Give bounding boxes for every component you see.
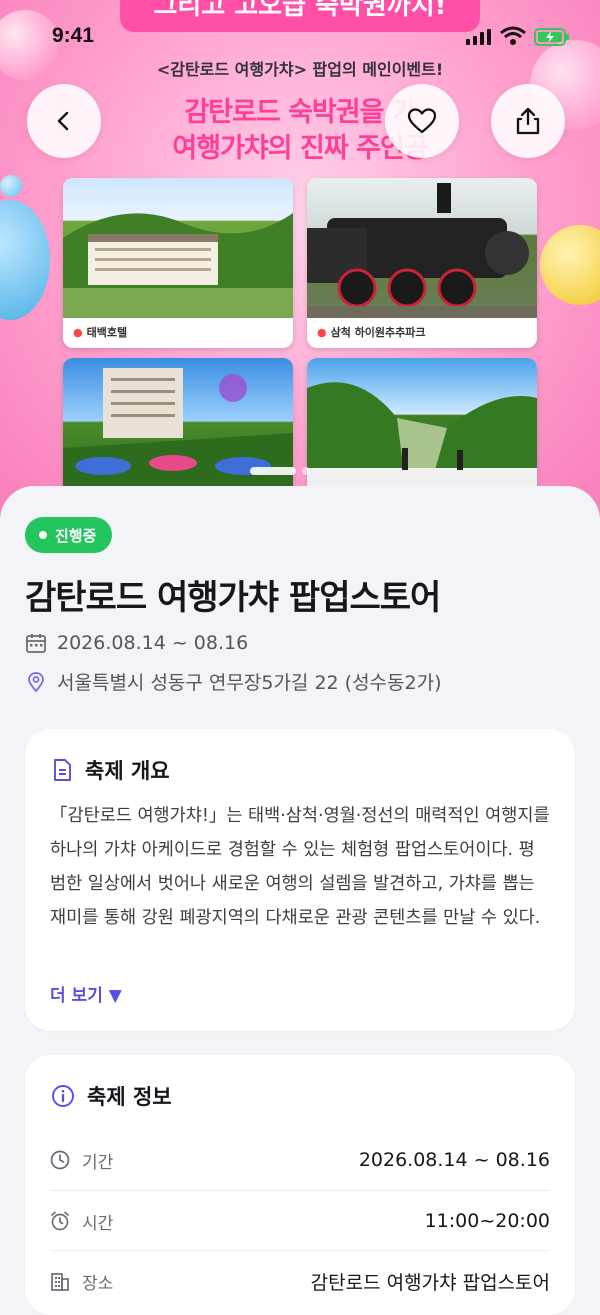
- date-range-row: 2026.08.14 ~ 08.16: [25, 632, 248, 654]
- document-icon: [54, 759, 71, 781]
- info-card: 축제 정보 기간 2026.08.14 ~ 08.16 시간 11:00~20:…: [25, 1055, 575, 1315]
- back-button[interactable]: [27, 84, 101, 158]
- clock-icon: [50, 1150, 70, 1170]
- address-row[interactable]: 서울특별시 성동구 연무장5가길 22 (성수동2가): [25, 668, 442, 695]
- calendar-icon: [26, 634, 46, 653]
- bubble-decoration: [0, 200, 50, 320]
- info-label-venue: 장소: [82, 1273, 114, 1294]
- overview-heading-row: 축제 개요: [51, 755, 170, 785]
- photo-card-resort: [63, 358, 293, 498]
- detail-sheet: 진행중 감탄로드 여행가챠 팝업스토어 2026.08.14 ~ 08.16 서…: [0, 486, 600, 1315]
- info-row-time: 시간 11:00~20:00: [50, 1190, 550, 1251]
- photo-card-train: ● 삼척 하이원추추파크: [307, 178, 537, 348]
- info-heading-row: 축제 정보: [51, 1081, 172, 1111]
- location-pin-icon: [28, 671, 44, 692]
- carousel-indicator-active[interactable]: [250, 467, 296, 475]
- photo-caption: 삼척 하이원추추파크: [330, 326, 426, 339]
- overview-card: 축제 개요 「감탄로드 여행가챠!」는 태백·삼척·영월·정선의 매력적인 여행…: [25, 729, 575, 1031]
- status-time: 9:41: [52, 24, 95, 47]
- cellular-signal-icon: [466, 29, 491, 45]
- address: 서울특별시 성동구 연무장5가길 22 (성수동2가): [57, 672, 442, 694]
- info-value-period: 2026.08.14 ~ 08.16: [358, 1149, 550, 1171]
- info-icon: [52, 1085, 74, 1107]
- bubble-decoration: [540, 225, 600, 305]
- info-label-time: 시간: [82, 1213, 114, 1234]
- info-value-time: 11:00~20:00: [424, 1210, 550, 1232]
- hero-poster-image: 그리고 고오급 숙박권까지! <감탄로드 여행가챠> 팝업의 메인이벤트! 감탄…: [0, 0, 600, 540]
- more-button[interactable]: 더 보기 ▼: [50, 981, 122, 1006]
- overview-heading: 축제 개요: [85, 759, 170, 783]
- status-bar: 9:41: [0, 0, 600, 72]
- wifi-icon: [500, 26, 526, 45]
- info-label-period: 기간: [82, 1152, 114, 1173]
- status-badge: 진행중: [25, 517, 113, 553]
- info-row-period: 기간 2026.08.14 ~ 08.16: [50, 1130, 550, 1190]
- page-title: 감탄로드 여행가챠 팝업스토어: [25, 578, 441, 618]
- info-row-venue: 장소 감탄로드 여행가챠 팝업스토어: [50, 1250, 550, 1311]
- share-button[interactable]: [491, 84, 565, 158]
- info-heading: 축제 정보: [87, 1085, 172, 1109]
- heart-icon: [407, 108, 437, 134]
- bubble-decoration: [0, 175, 22, 197]
- building-icon: [51, 1273, 69, 1291]
- photo-card-valley: [307, 358, 537, 498]
- share-icon: [516, 107, 540, 135]
- status-badge-label: 진행중: [55, 526, 97, 545]
- like-button[interactable]: [385, 84, 459, 158]
- back-icon: [57, 111, 69, 131]
- photo-card-hotel: ● 태백호텔: [63, 178, 293, 348]
- photo-caption: 태백호텔: [86, 326, 128, 339]
- date-range: 2026.08.14 ~ 08.16: [57, 632, 249, 654]
- info-value-venue: 감탄로드 여행가챠 팝업스토어: [310, 1271, 550, 1294]
- overview-description: 「감탄로드 여행가챠!」는 태백·삼척·영월·정선의 매력적인 여행지를 하나의…: [50, 806, 550, 928]
- battery-icon: [534, 28, 569, 46]
- alarm-icon: [51, 1211, 69, 1231]
- carousel-indicator[interactable]: [302, 467, 310, 475]
